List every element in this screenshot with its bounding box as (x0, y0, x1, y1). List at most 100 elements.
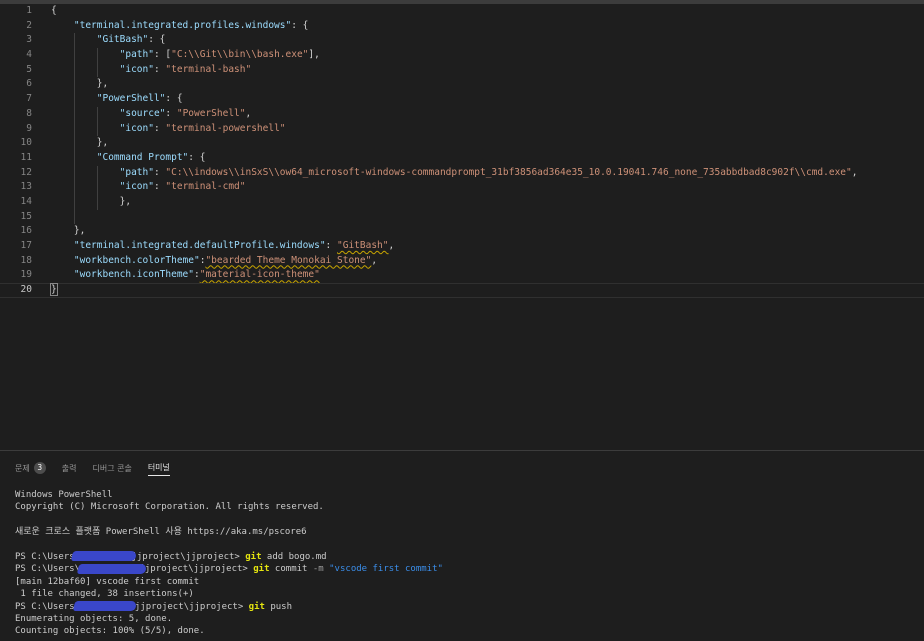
indent-guide (73, 77, 75, 93)
code-token: "terminal-cmd" (165, 181, 246, 193)
indent-guide (96, 62, 98, 78)
terminal-text: git (253, 564, 270, 575)
terminal-text: PS C:\Users\ (15, 601, 81, 612)
terminal-line: PS C:\Users\ 9\jjproject\jjproject> git p… (15, 601, 915, 613)
editor-line[interactable]: 12 "path": "C:\\indows\\inSxS\\ow64_micro… (0, 165, 924, 181)
line-number: 18 (20, 254, 32, 266)
editor-line[interactable]: 1{ (0, 4, 924, 19)
terminal-text: \jjproject\jjproject> (126, 551, 246, 562)
line-code: "workbench.iconTheme":"material-icon-the… (74, 268, 320, 283)
line-number: 16 (20, 225, 32, 237)
code-token: "icon" (119, 122, 154, 134)
code-token: : (153, 122, 166, 134)
indent-guide (73, 48, 75, 63)
terminal-text: PS C:\Users\ (15, 551, 81, 562)
terminal-output[interactable]: Windows PowerShell Copyright (C) Microsof… (15, 489, 915, 638)
code-token: : { (291, 19, 309, 31)
indent-guide (73, 62, 75, 78)
editor-line[interactable]: 17 "terminal.integrated.defaultProfile.wi… (0, 239, 924, 254)
code-editor[interactable]: 1{2 "terminal.integrated.profiles.windows… (0, 4, 924, 450)
code-token: "C:\\Git\\bin\\bash.exe" (171, 49, 309, 61)
code-token: "terminal.integrated.profiles.windows" (73, 19, 292, 31)
editor-line[interactable]: 3 "GitBash": { (0, 33, 924, 49)
editor-line[interactable]: 9 "icon": "terminal-powershell" (0, 121, 924, 137)
bottom-panel: 문제 3 출력 디버그 콘솔 터미널 Windows PowerShell Copyrig… (0, 450, 924, 641)
editor-line[interactable]: 11 "Command Prompt": { (0, 150, 924, 166)
line-number: 2 (26, 19, 32, 31)
terminal-line: PS C:\Users\ \jjproject\jjproject> git ad… (15, 551, 915, 563)
indent-guide (73, 194, 75, 210)
line-number: 7 (26, 93, 32, 105)
editor-line[interactable]: 14}, (0, 194, 924, 210)
terminal-text: push (264, 601, 293, 612)
editor-line[interactable]: 18 "workbench.colorTheme":"bearded Theme … (0, 254, 924, 269)
code-token: : (153, 63, 166, 75)
line-number: 9 (26, 122, 32, 134)
code-token: "terminal-powershell" (165, 122, 286, 134)
code-token: ], (308, 49, 320, 61)
code-token: : { (188, 151, 206, 163)
editor-line[interactable]: 6}, (0, 77, 924, 93)
terminal-line: Enumerating objects: 5, done. (15, 613, 915, 625)
line-number: 6 (26, 78, 32, 90)
editor-line[interactable]: 10}, (0, 136, 924, 151)
editor-line[interactable]: 7 "PowerShell": { (0, 92, 924, 107)
editor-line[interactable]: 19 "workbench.iconTheme":"material-icon-t… (0, 268, 924, 283)
code-token: "icon" (119, 63, 154, 75)
panel-tab[interactable]: 터미널 (147, 460, 170, 476)
line-number: 19 (20, 269, 32, 281)
code-token: "material-icon-theme" (199, 269, 320, 281)
terminal-text: Copyright (C) Microsoft Corporation. All… (15, 502, 324, 513)
terminal-text: "vscode first commit" (329, 564, 443, 575)
line-code: "source": "PowerShell", (120, 107, 252, 122)
code-token: : { (165, 93, 183, 105)
line-code: "icon": "terminal-bash" (120, 63, 252, 78)
editor-line[interactable]: 15 (0, 209, 924, 225)
terminal-line: [main 12baf60] vscode first commit (15, 576, 915, 588)
terminal-text: Counting objects: 100% (5/5), done. (15, 626, 205, 637)
code-token: : [ (153, 49, 172, 61)
line-number: 3 (26, 34, 32, 46)
terminal-text: 1 file changed, 38 insertions(+) (15, 589, 194, 600)
editor-line[interactable]: 8 "source": "PowerShell", (0, 106, 924, 122)
editor-line[interactable]: 20} (0, 283, 924, 298)
editor-line[interactable]: 2 "terminal.integrated.profiles.windows":… (0, 19, 924, 34)
terminal-text: 새로운 크로스 플랫폼 PowerShell 사용 https://aka.ms… (15, 527, 307, 538)
panel-tab-label: 문제 (15, 463, 30, 473)
terminal-line: Counting objects: 100% (5/5), done. (15, 625, 915, 637)
line-number: 10 (20, 137, 32, 149)
code-token: }, (96, 137, 109, 149)
panel-tab[interactable]: 디버그 콘솔 (92, 460, 131, 476)
indent-guide (73, 165, 75, 181)
code-token: "terminal.integrated.defaultProfile.wind… (73, 240, 326, 251)
editor-line[interactable]: 16}, (0, 224, 924, 239)
terminal-line: Copyright (C) Microsoft Corporation. All… (15, 501, 915, 513)
indent-guide (73, 33, 75, 49)
line-number: 8 (26, 107, 32, 119)
code-token: , (371, 254, 378, 266)
editor-line[interactable]: 13 "icon": "terminal-cmd" (0, 180, 924, 195)
code-token: "workbench.iconTheme" (73, 269, 194, 281)
line-code: "path": ["C:\\Git\\bin\\bash.exe"], (120, 48, 320, 63)
indent-guide (96, 106, 98, 122)
panel-tab-label: 출력 (61, 463, 77, 473)
terminal-text: [main 12baf60] vscode first commit (15, 576, 200, 587)
panel-tab[interactable]: 출력 (62, 460, 77, 476)
indent-guide (73, 150, 75, 166)
panel-tabs: 문제 3 출력 디버그 콘솔 터미널 (15, 460, 186, 476)
editor-line[interactable]: 5 "icon": "terminal-bash" (0, 62, 924, 78)
panel-tab[interactable]: 문제 3 (15, 460, 46, 476)
line-number: 12 (20, 166, 32, 178)
line-code: }, (97, 136, 108, 151)
code-token: }, (119, 195, 132, 207)
line-code: "terminal.integrated.profiles.windows": … (74, 19, 309, 34)
code-token: , (851, 166, 858, 178)
indent-guide (96, 194, 98, 210)
code-token: "terminal-bash" (165, 63, 252, 75)
terminal-text: commit (269, 564, 313, 575)
terminal-text: git (248, 601, 265, 612)
line-number: 1 (26, 5, 32, 16)
editor-line[interactable]: 4 "path": ["C:\\Git\\bin\\bash.exe"], (0, 48, 924, 63)
terminal-line: 1 file changed, 38 insertions(+) (15, 588, 915, 600)
